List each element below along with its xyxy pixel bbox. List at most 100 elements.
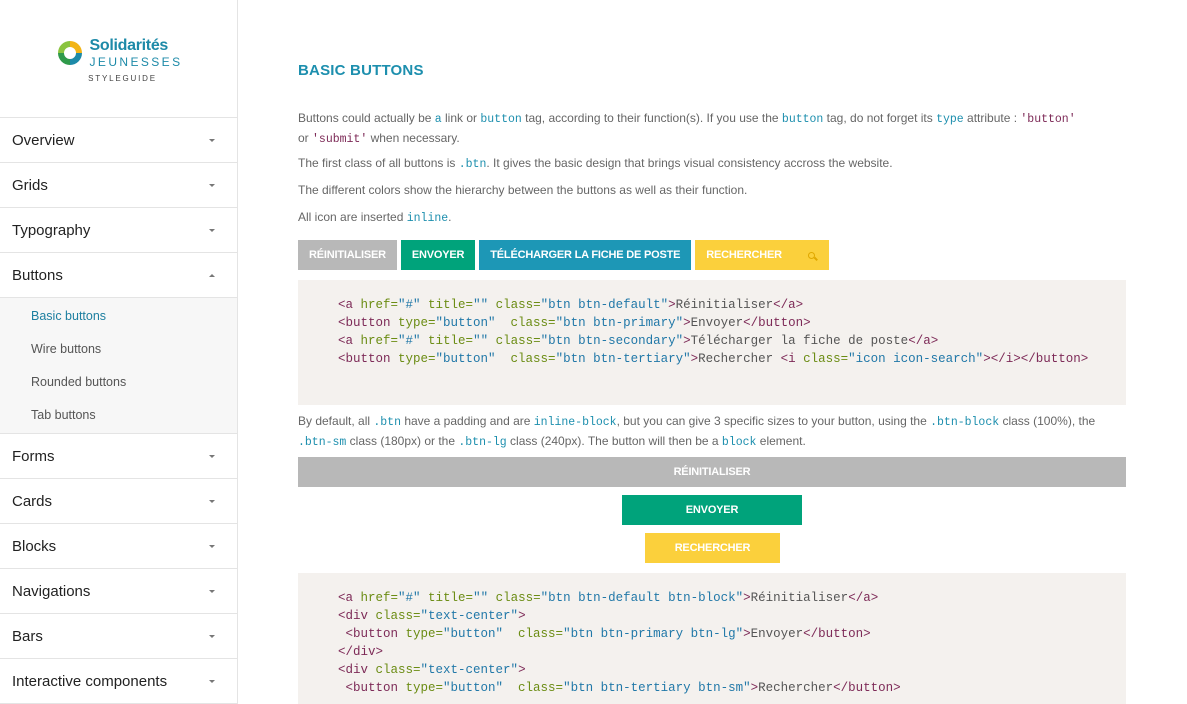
btn-class-paragraph: The first class of all buttons is .btn. … — [298, 154, 893, 174]
code-token: > — [683, 316, 691, 330]
code-token: Réinitialiser — [675, 298, 774, 312]
code-token: "" — [473, 298, 489, 312]
page-title: BASIC BUTTONS — [298, 62, 424, 79]
text: attribute : — [963, 111, 1021, 125]
sidebar-item-blocks[interactable]: Blocks — [0, 524, 237, 569]
logo-styleguide: STYLEGUIDE — [88, 74, 157, 83]
inline-code: inline-block — [533, 416, 617, 429]
code-line: <div class="text-center"> — [338, 607, 1126, 625]
download-job-sheet-button[interactable]: TÉLÉCHARGER LA FICHE DE POSTE — [479, 240, 692, 270]
inline-code: type — [936, 113, 964, 126]
code-token: <button — [338, 316, 391, 330]
code-token: "btn btn-primary btn-lg" — [563, 627, 744, 641]
code-token: class= — [488, 591, 541, 605]
send-lg-button[interactable]: ENVOYER — [622, 495, 802, 525]
code-token: <div — [338, 609, 369, 623]
hierarchy-paragraph: The different colors show the hierarchy … — [298, 183, 748, 197]
code-token: href= — [353, 334, 399, 348]
send-button[interactable]: ENVOYER — [400, 240, 476, 270]
code-token: </button> — [803, 627, 871, 641]
sidebar-item-label: Typography — [12, 221, 91, 239]
sidebar-item-buttons[interactable]: Buttons — [0, 253, 237, 298]
inline-code: .btn-block — [930, 416, 1000, 429]
code-token: href= — [353, 591, 399, 605]
code-token: class= — [503, 627, 564, 641]
code-token: > — [683, 334, 691, 348]
code-token: class= — [488, 298, 541, 312]
caret-up-icon — [209, 273, 215, 277]
code-token: "#" — [398, 334, 421, 348]
caret-down-icon — [209, 138, 215, 142]
inline-code: .btn — [373, 416, 401, 429]
code-example-2: <a href="#" title="" class="btn btn-defa… — [298, 573, 1126, 704]
sidebar-item-navigations[interactable]: Navigations — [0, 569, 237, 614]
code-token: "#" — [398, 591, 421, 605]
code-token: > — [668, 298, 676, 312]
search-button[interactable]: RECHERCHER — [695, 240, 829, 270]
search-sm-button[interactable]: RECHERCHER — [645, 533, 780, 563]
sidebar-item-label: Forms — [12, 447, 55, 465]
code-token: > — [743, 591, 751, 605]
code-token: <button — [338, 681, 399, 695]
code-token: "#" — [398, 298, 421, 312]
sidebar-subitem-basic-buttons[interactable]: Basic buttons — [0, 299, 237, 332]
code-token: class= — [495, 316, 556, 330]
code-token: Télécharger la fiche de poste — [690, 334, 909, 348]
sidebar-item-bars[interactable]: Bars — [0, 614, 237, 659]
code-token: "btn btn-secondary" — [540, 334, 684, 348]
code-token: class= — [795, 352, 849, 366]
sidebar-subitem-rounded-buttons[interactable]: Rounded buttons — [0, 365, 237, 398]
sidebar-item-forms[interactable]: Forms — [0, 434, 237, 479]
code-token: Rechercher — [698, 352, 781, 366]
code-line: <a href="#" title="" class="btn btn-defa… — [338, 296, 1126, 314]
sidebar-item-cards[interactable]: Cards — [0, 479, 237, 524]
code-token: <button — [338, 627, 399, 641]
text: link or — [441, 111, 481, 125]
code-line: <button type="button" class="btn btn-pri… — [338, 625, 1126, 643]
sidebar-item-typography[interactable]: Typography — [0, 208, 237, 253]
text: have a padding and are — [400, 414, 534, 428]
logo-mark-icon — [57, 41, 82, 65]
reset-block-button[interactable]: RÉINITIALISER — [298, 457, 1126, 487]
code-line: <a href="#" title="" class="btn btn-defa… — [338, 589, 1126, 607]
sidebar-subitem-tab-buttons[interactable]: Tab buttons — [0, 398, 237, 431]
inline-code: a — [434, 113, 442, 126]
code-token: "text-center" — [420, 663, 519, 677]
sidebar-item-overview[interactable]: Overview — [0, 118, 237, 163]
code-token: > — [750, 681, 759, 695]
search-button-label: RECHERCHER — [706, 249, 782, 261]
code-token: "btn btn-default btn-block" — [540, 591, 744, 605]
code-token: </button> — [833, 681, 901, 695]
sidebar: Solidarités JEUNESSES STYLEGUIDE Overvie… — [0, 0, 238, 704]
code-token: "button" — [435, 316, 496, 330]
code-token: type= — [390, 352, 436, 366]
code-token: <a — [338, 298, 354, 312]
logo-text: Solidarités JEUNESSES — [89, 38, 183, 69]
code-token: type= — [398, 681, 444, 695]
intro-paragraph: Buttons could actually be a link or butt… — [298, 109, 1126, 149]
code-token: Rechercher — [758, 681, 834, 695]
sidebar-item-grids[interactable]: Grids — [0, 163, 237, 208]
code-token: > — [743, 627, 751, 641]
main-content: BASIC BUTTONS Buttons could actually be … — [238, 0, 1187, 704]
code-line: <button type="button" class="btn btn-ter… — [338, 679, 1126, 697]
inline-code: .btn-sm — [298, 436, 347, 449]
sidebar-subitem-wire-buttons[interactable]: Wire buttons — [0, 332, 237, 365]
text: tag, do not forget its — [823, 111, 937, 125]
logo-line2: JEUNESSES — [89, 55, 183, 69]
logo[interactable]: Solidarités JEUNESSES STYLEGUIDE — [0, 0, 237, 118]
code-example-1: <a href="#" title="" class="btn btn-defa… — [298, 280, 1126, 405]
code-line: <button type="button" class="btn btn-pri… — [338, 314, 1126, 332]
code-token: </a> — [908, 334, 939, 348]
caret-down-icon — [209, 499, 215, 503]
reset-button[interactable]: RÉINITIALISER — [298, 240, 397, 270]
code-token: "icon icon-search" — [848, 352, 984, 366]
code-token: "button" — [435, 352, 496, 366]
sidebar-item-interactive-components[interactable]: Interactive components — [0, 659, 237, 704]
code-token: > — [518, 609, 526, 623]
caret-down-icon — [209, 544, 215, 548]
caret-down-icon — [209, 634, 215, 638]
code-token: "text-center" — [420, 609, 519, 623]
text: class (240px). The button will then be a — [506, 434, 722, 448]
code-token: <div — [338, 663, 369, 677]
